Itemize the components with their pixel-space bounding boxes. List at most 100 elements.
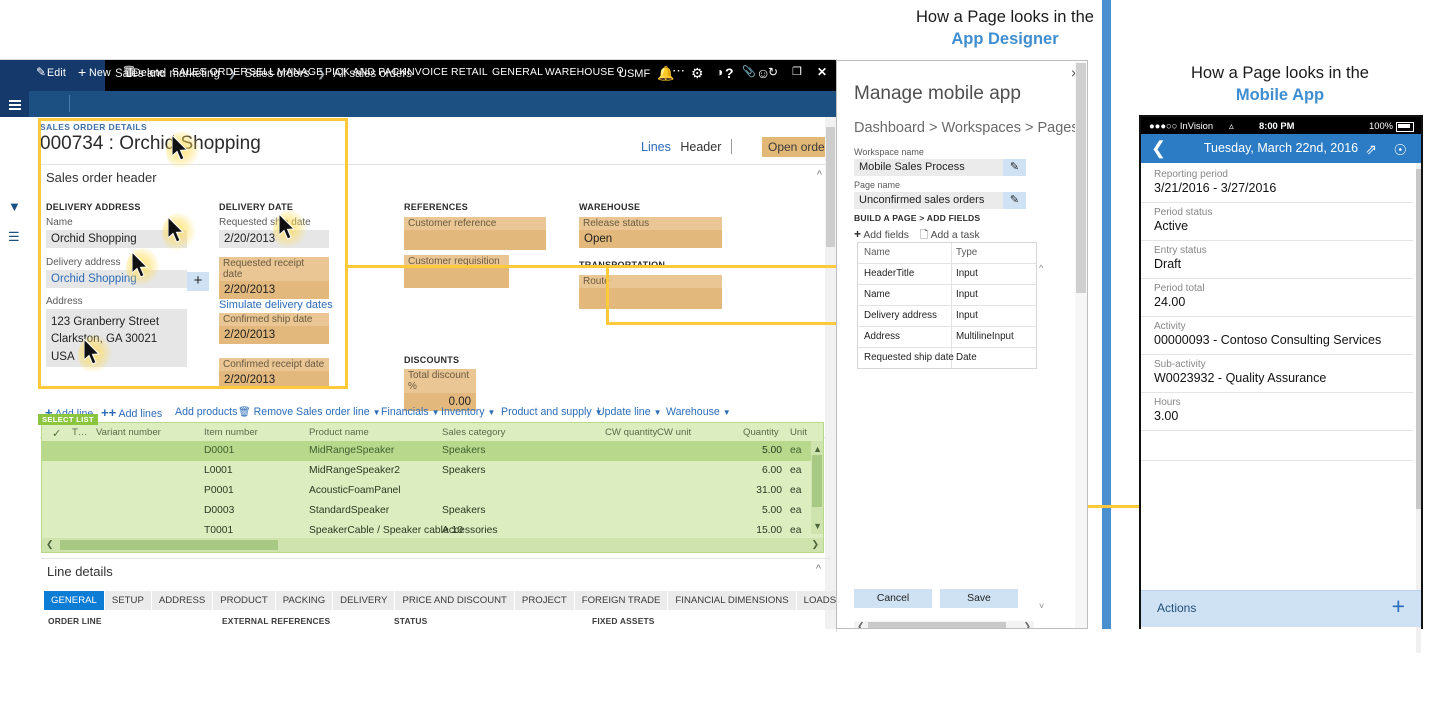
view-lines-link[interactable]: Lines [641,140,671,154]
table-row[interactable]: D0003 StandardSpeaker Speakers 5.00 ea [42,501,823,521]
cancel-button[interactable]: Cancel [854,589,932,608]
save-button[interactable]: Save [940,589,1018,608]
table-row[interactable]: P0001 AcousticFoamPanel 31.00 ea [42,481,823,501]
update-line-menu[interactable]: Update line ▼ [597,406,661,418]
plus-icon[interactable]: + [1392,593,1405,620]
chevron-left-icon[interactable]: ❮ [46,539,54,550]
tab-sales-order[interactable]: SALES ORDER [172,67,248,78]
designer-horizontal-scrollbar[interactable]: ❮ ❯ [854,621,1034,628]
tab-retail[interactable]: RETAIL [451,67,488,78]
refresh-icon[interactable]: ↻ [768,65,778,79]
chevron-right-icon[interactable]: ❯ [811,539,819,550]
view-header-label[interactable]: Header [680,140,721,154]
field-confirmed-ship-date[interactable]: Confirmed ship date 2/20/2013 [219,313,329,344]
sales-order-line-menu[interactable]: Sales order line ▼ [296,406,380,418]
designer-fields-table[interactable]: Name Type HeaderTitle Input Name Input D… [857,242,1037,369]
field-address[interactable]: Address 123 Granberry Street Clarkston, … [46,296,187,367]
delete-button[interactable]: Delete [133,67,165,79]
chevron-up-icon[interactable]: ^ [1039,263,1043,273]
grid-hscrollbar-thumb[interactable] [60,540,278,550]
tab-warehouse[interactable]: WAREHOUSE [545,67,615,78]
tab-general[interactable]: GENERAL [44,591,104,610]
add-address-button[interactable]: + [187,272,209,291]
list-item[interactable]: Hours 3.00 [1141,393,1413,431]
chevron-down-icon[interactable]: ▼ [813,521,822,531]
fasttab-line-details[interactable]: Line details ^ [41,558,831,585]
table-row[interactable]: HeaderTitle Input [858,264,1036,285]
popout-icon[interactable]: ❐ [792,65,802,78]
field-total-discount[interactable]: Total discount % 0.00 [404,369,476,411]
add-a-task-button[interactable]: Add a task [931,230,980,241]
chevron-up-icon[interactable]: ^ [816,563,821,575]
office-icon[interactable]: ◑ [716,65,723,79]
chevron-left-icon[interactable]: ❮ [857,621,865,628]
simulate-delivery-dates-link[interactable]: Simulate delivery dates [219,299,333,311]
table-row[interactable]: Requested ship date Date [858,348,1036,368]
tab-invoice[interactable]: INVOICE [404,67,448,78]
search-icon[interactable]: ⚲ [616,65,624,78]
overflow-button[interactable]: ⋯ [672,63,685,79]
tab-financial-dimensions[interactable]: FINANCIAL DIMENSIONS [668,591,796,610]
dialog-scrollbar[interactable] [1075,62,1087,628]
plus-icon[interactable]: + [78,64,86,80]
dialog-scrollbar-thumb[interactable] [1076,63,1086,293]
add-lines-button[interactable]: ++ Add lines [101,405,162,420]
tab-manage[interactable]: MANAGE [277,67,323,78]
tab-sell[interactable]: SELL [249,67,275,78]
phone-scrollbar-thumb[interactable] [1416,169,1421,509]
table-row[interactable]: L0001 MidRangeSpeaker2 Speakers 6.00 ea [42,461,823,481]
add-fields-button[interactable]: Add fields [863,230,909,241]
list-icon[interactable]: ☰ [8,229,20,245]
table-row[interactable]: Name Input [858,285,1036,306]
table-row[interactable]: Address MultilineInput [858,327,1036,348]
tab-delivery[interactable]: DELIVERY [333,591,395,610]
gear-icon[interactable]: ⚙ [691,65,704,82]
content-scrollbar-thumb[interactable] [826,127,835,247]
phone-scrollbar[interactable] [1416,163,1421,653]
grid-scrollbar-thumb[interactable] [812,455,822,507]
help-icon[interactable]: ? [725,65,734,81]
field-route[interactable]: Route [579,275,722,309]
content-scrollbar[interactable] [825,117,836,631]
tab-price-and-discount[interactable]: PRICE AND DISCOUNT [395,591,514,610]
list-item[interactable]: Reporting period 3/21/2016 - 3/27/2016 [1141,165,1413,203]
table-row[interactable]: D0001 MidRangeSpeaker Speakers 5.00 ea [42,441,823,461]
share-icon[interactable]: ⇗ [1365,141,1377,158]
add-products-button[interactable]: Add products [175,406,237,418]
list-item[interactable]: Sub-activity W0023932 - Quality Assuranc… [1141,355,1413,393]
field-confirmed-receipt-date[interactable]: Confirmed receipt date 2/20/2013 [219,358,329,389]
close-icon[interactable]: ✕ [817,65,827,79]
list-item[interactable]: Entry status Draft [1141,241,1413,279]
designer-hscrollbar-thumb[interactable] [868,622,1006,628]
list-item[interactable]: Period total 24.00 [1141,279,1413,317]
fasttab-sales-order-header[interactable]: Sales order header ^ [40,164,830,192]
phone-actions-bar[interactable]: Actions + [1141,590,1421,627]
tab-setup[interactable]: SETUP [104,591,151,610]
pencil-icon[interactable]: ✎ [1003,192,1026,209]
chevron-up-icon[interactable]: ▲ [813,444,822,454]
field-customer-requisition[interactable]: Customer requisition [404,255,509,288]
pencil-icon[interactable]: ✎ [1003,159,1026,176]
table-row[interactable]: Delivery address Input [858,306,1036,327]
notify-icon[interactable]: ☉ [1394,141,1407,159]
field-delivery-address[interactable]: Delivery address Orchid Shopping [46,257,187,288]
new-button[interactable]: New [89,67,111,79]
tab-packing[interactable]: PACKING [275,591,333,610]
list-item[interactable]: Period status Active [1141,203,1413,241]
chevron-up-icon[interactable]: ^ [817,169,822,181]
financials-menu[interactable]: Financials ▼ [381,406,440,418]
field-customer-reference[interactable]: Customer reference [404,217,546,250]
product-and-supply-menu[interactable]: Product and supply ▼ [501,406,603,418]
tab-address[interactable]: ADDRESS [151,591,213,610]
grid-horizontal-scrollbar[interactable]: ❮ ❯ [42,538,823,552]
field-release-status[interactable]: Release status Open [579,217,722,248]
warehouse-menu[interactable]: Warehouse ▼ [666,406,731,418]
task-icon[interactable]: 🗋 [920,230,928,241]
tab-general[interactable]: GENERAL [492,67,543,78]
tab-product[interactable]: PRODUCT [213,591,275,610]
field-requested-receipt-date[interactable]: Requested receipt date 2/20/2013 [219,257,329,299]
plus-icon[interactable]: + [854,227,861,241]
chevron-down-icon[interactable]: ˅ [1039,601,1044,611]
hamburger-icon[interactable] [0,91,29,117]
field-page-name[interactable]: Page name Unconfirmed sales orders ✎ [854,180,1026,209]
